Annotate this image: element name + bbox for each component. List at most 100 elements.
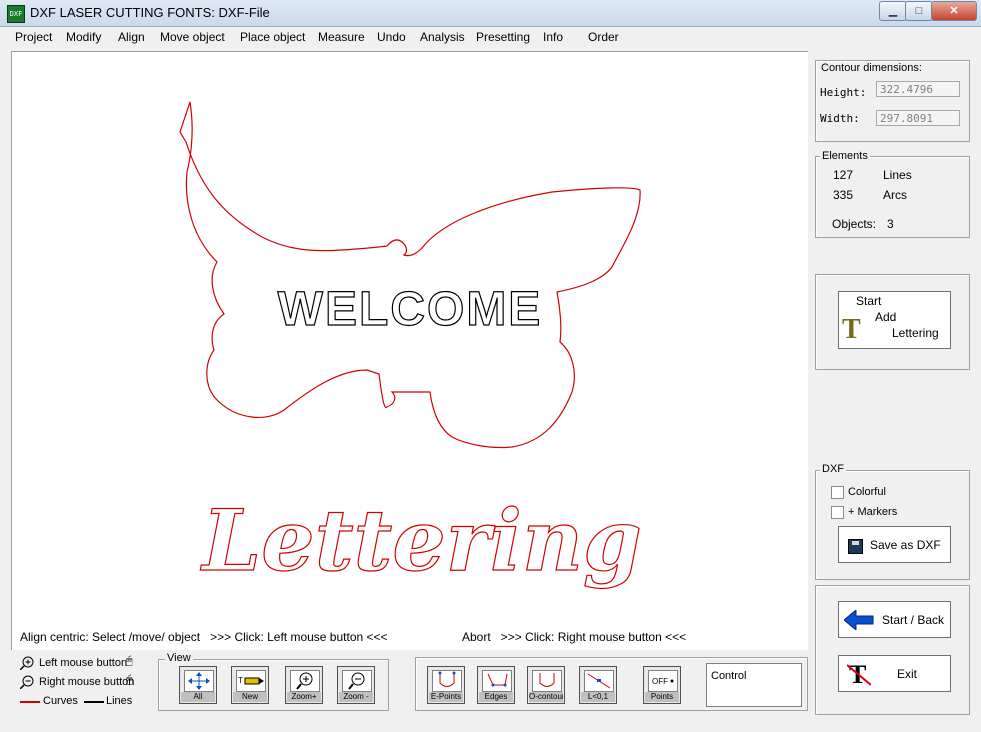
legend-right-mouse: Right mouse button	[39, 676, 135, 688]
legend-curves: Curves	[43, 695, 78, 707]
pen-icon: T	[236, 670, 266, 692]
zoom-in-button[interactable]: Zoom+	[285, 666, 323, 704]
exit-button[interactable]: T Exit	[838, 655, 951, 692]
height-label: Height:	[820, 86, 867, 99]
app-icon: DXF	[7, 5, 25, 23]
lines-count: 127	[833, 168, 854, 182]
legend-left-mouse: Left mouse button	[39, 657, 128, 669]
left-mouse-button-icon: 🖱	[126, 655, 133, 667]
edges-icon	[482, 670, 512, 692]
curves-swatch	[20, 701, 40, 703]
start-back-button[interactable]: Start / Back	[838, 601, 951, 638]
drawing-canvas[interactable]: WELCOME Lettering Align centric: Select …	[11, 51, 808, 650]
menu-bar: Project Modify Align Move object Place o…	[5, 27, 975, 47]
minimize-button[interactable]: ▁	[879, 1, 907, 21]
legend-lines: Lines	[106, 695, 133, 707]
view-new-button[interactable]: T New	[231, 666, 269, 704]
edges-label: Edges	[479, 692, 513, 702]
lines-swatch	[84, 701, 104, 703]
lettering-line2: Add	[875, 310, 897, 324]
close-icon: ✕	[949, 5, 959, 17]
e-points-button[interactable]: E-Points	[427, 666, 465, 704]
menu-undo[interactable]: Undo	[377, 30, 406, 44]
arcs-label: Arcs	[883, 188, 907, 202]
colorful-label: Colorful	[848, 486, 886, 498]
zoom-in-label: Zoom+	[287, 692, 321, 702]
menu-modify[interactable]: Modify	[66, 30, 101, 44]
text-tool-icon: T	[842, 314, 861, 345]
o-contour-button[interactable]: O-contour	[527, 666, 565, 704]
maximize-icon: □	[915, 5, 923, 17]
lines-label: Lines	[883, 168, 912, 182]
control-panel: Control	[706, 663, 802, 707]
zoom-out-icon	[342, 670, 372, 692]
butterfly-contour	[179, 101, 641, 449]
zoom-out-mouse-icon	[19, 675, 34, 690]
view-title: View	[165, 652, 193, 664]
objects-label: Objects:	[832, 217, 877, 231]
menu-presetting[interactable]: Presetting	[476, 30, 530, 44]
svg-text:OFF: OFF	[652, 677, 668, 686]
floppy-disk-icon	[848, 539, 863, 554]
points-button[interactable]: OFF Points	[643, 666, 681, 704]
view-new-label: New	[233, 692, 267, 702]
close-button[interactable]: ✕	[931, 1, 977, 21]
menu-place-object[interactable]: Place object	[240, 30, 305, 44]
height-field: 322.4796	[876, 81, 960, 97]
exit-text-icon: T	[847, 661, 871, 687]
edges-button[interactable]: Edges	[477, 666, 515, 704]
status-right-hint: Abort >>> Click: Right mouse button <<<	[462, 630, 687, 644]
drawing-svg: WELCOME Lettering	[179, 101, 642, 591]
menu-order[interactable]: Order	[588, 30, 619, 44]
menu-move-object[interactable]: Move object	[160, 30, 225, 44]
e-points-label: E-Points	[429, 692, 463, 702]
maximize-button[interactable]: □	[905, 1, 933, 21]
objects-count: 3	[887, 217, 894, 231]
zoom-out-button[interactable]: Zoom -	[337, 666, 375, 704]
menu-info[interactable]: Info	[543, 30, 563, 44]
colorful-checkbox[interactable]	[831, 486, 844, 499]
menu-project[interactable]: Project	[15, 30, 52, 44]
o-contour-icon	[532, 670, 562, 692]
menu-analysis[interactable]: Analysis	[420, 30, 465, 44]
points-off-icon: OFF	[648, 670, 678, 692]
elements-title: Elements	[820, 150, 870, 162]
save-as-dxf-button[interactable]: Save as DXF	[838, 526, 951, 563]
zoom-in-mouse-icon	[19, 656, 34, 671]
view-all-label: All	[181, 692, 215, 702]
markers-checkbox[interactable]	[831, 506, 844, 519]
lettering-line1: Start	[856, 294, 882, 308]
start-back-label: Start / Back	[882, 613, 945, 627]
contour-dimensions-title: Contour dimensions:	[819, 62, 924, 74]
save-as-dxf-label: Save as DXF	[870, 538, 941, 552]
svg-text:T: T	[238, 676, 243, 685]
menu-measure[interactable]: Measure	[318, 30, 365, 44]
arrow-left-icon	[844, 610, 874, 630]
view-all-button[interactable]: All	[179, 666, 217, 704]
width-field: 297.8091	[876, 110, 960, 126]
exit-label: Exit	[897, 667, 918, 681]
lettering-line3: Lettering	[892, 326, 939, 340]
short-lines-icon	[584, 670, 614, 692]
welcome-text: WELCOME	[278, 283, 543, 336]
width-label: Width:	[820, 112, 860, 125]
window-title: DXF LASER CUTTING FONTS: DXF-File	[30, 5, 270, 20]
start-add-lettering-button[interactable]: T Start Add Lettering	[838, 291, 951, 349]
short-lines-button[interactable]: L<0,1	[579, 666, 617, 704]
points-label: Points	[645, 692, 679, 702]
menu-align[interactable]: Align	[118, 30, 145, 44]
e-points-icon	[432, 670, 462, 692]
control-label: Control	[711, 670, 747, 682]
zoom-out-label: Zoom -	[339, 692, 373, 702]
markers-label: + Markers	[848, 506, 898, 518]
o-contour-label: O-contour	[529, 692, 563, 702]
short-lines-label: L<0,1	[581, 692, 615, 702]
move-arrows-icon	[184, 670, 214, 692]
dxf-title: DXF	[820, 463, 846, 475]
minimize-icon: ▁	[888, 5, 898, 17]
right-mouse-button-icon: 🖱	[126, 674, 133, 686]
zoom-in-icon	[290, 670, 320, 692]
lettering-text: Lettering	[200, 491, 642, 590]
status-left-hint: Align centric: Select /move/ object >>> …	[20, 630, 388, 644]
arcs-count: 335	[833, 188, 854, 202]
